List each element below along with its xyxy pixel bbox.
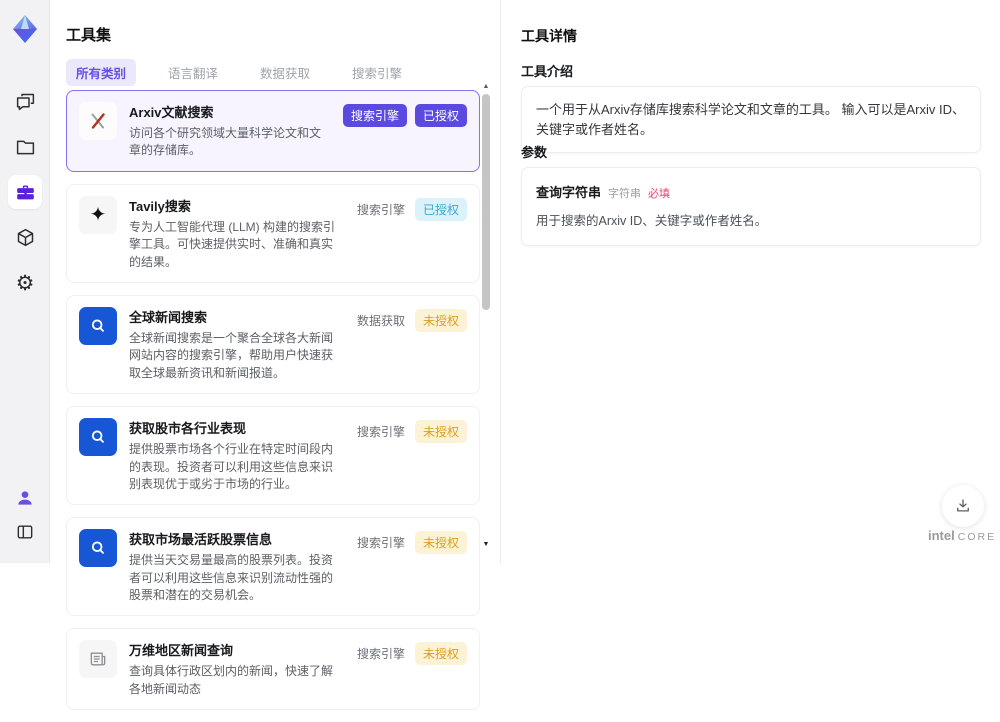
param-description: 用于搜索的Arxiv ID、关键字或作者姓名。 (536, 214, 768, 228)
tool-list: Arxiv文献搜索 访问各个研究领域大量科学论文和文章的存储库。 搜索引擎 已授… (66, 90, 480, 722)
sidebar-item-files[interactable] (8, 130, 42, 164)
tool-intro-box: 一个用于从Arxiv存储库搜索科学论文和文章的工具。 输入可以是Arxiv ID… (521, 86, 981, 153)
tool-name: Tavily搜索 (129, 198, 191, 214)
category-badge: 搜索引擎 (356, 202, 405, 217)
app-logo-icon[interactable] (10, 13, 40, 45)
list-scrollbar[interactable]: ▲ ▼ (481, 83, 491, 554)
gear-icon: ⚙ (15, 271, 35, 295)
search-logo-icon (79, 418, 117, 457)
param-type: 字符串 (608, 188, 642, 200)
sidebar-item-packages[interactable] (8, 220, 42, 254)
tool-card-active-stocks[interactable]: 获取市场最活跃股票信息 提供当天交易量最高的股票列表。投资者可以利用这些信息来识… (66, 517, 480, 617)
sidebar-item-account[interactable] (8, 481, 42, 515)
param-card: 查询字符串 字符串 必填 用于搜索的Arxiv ID、关键字或作者姓名。 (521, 167, 981, 246)
tavily-star-icon: ✦ (79, 195, 117, 234)
tab-search-engine[interactable]: 搜索引擎 (342, 59, 412, 86)
tool-card-arxiv[interactable]: Arxiv文献搜索 访问各个研究领域大量科学论文和文章的存储库。 搜索引擎 已授… (66, 90, 480, 172)
tool-description: 访问各个研究领域大量科学论文和文章的存储库。 (129, 126, 322, 158)
search-logo-icon (79, 306, 117, 345)
page-title: 工具集 (66, 27, 112, 44)
auth-status-badge: 未授权 (414, 308, 467, 332)
scrollbar-thumb[interactable] (482, 94, 490, 310)
details-title: 工具详情 (521, 28, 577, 44)
scroll-down-icon[interactable]: ▼ (481, 541, 491, 548)
tool-name: 获取市场最活跃股票信息 (129, 532, 273, 548)
left-sidebar: ⚙ (0, 0, 50, 563)
sidebar-item-settings[interactable]: ⚙ (8, 266, 42, 300)
auth-status-badge: 已授权 (414, 197, 467, 221)
download-button[interactable] (942, 485, 984, 527)
category-badge: 搜索引擎 (356, 536, 405, 551)
sidebar-item-toolbox[interactable] (8, 175, 42, 209)
panel-layout-icon (17, 525, 33, 539)
newspaper-icon (79, 640, 117, 679)
tool-name: 全球新闻搜索 (129, 309, 208, 325)
tool-card-global-news[interactable]: 全球新闻搜索 全球新闻搜索是一个聚合全球各大新闻网站内容的搜索引擎，帮助用户快速… (66, 294, 480, 395)
sidebar-item-collapse[interactable] (8, 515, 42, 549)
tab-language-translation[interactable]: 语言翻译 (158, 59, 228, 86)
tools-panel: 工具集 所有类别 语言翻译 数据获取 搜索引擎 Arxiv文献搜索 访问各个研究… (50, 0, 500, 711)
param-required-flag: 必填 (648, 188, 671, 200)
intel-core-logo: intel CORE (928, 528, 997, 543)
category-badge: 搜索引擎 (342, 104, 407, 127)
tool-description: 全球新闻搜索是一个聚合全球各大新闻网站内容的搜索引擎，帮助用户快速获取全球最新资… (129, 330, 334, 380)
chat-icon (16, 93, 34, 110)
tool-card-regional-news[interactable]: 万维地区新闻查询 查询具体行政区划内的新闻，快速了解各地新闻动态 搜索引擎 未授… (66, 628, 480, 711)
search-logo-icon (79, 529, 117, 568)
auth-status-badge: 未授权 (414, 642, 467, 666)
auth-status-badge: 已授权 (414, 104, 467, 127)
briefcase-icon (16, 185, 34, 199)
tool-description: 查询具体行政区划内的新闻，快速了解各地新闻动态 (129, 664, 334, 696)
tool-name: 万维地区新闻查询 (129, 643, 234, 659)
tool-name: Arxiv文献搜索 (129, 105, 214, 120)
tool-card-tavily[interactable]: ✦ Tavily搜索 专为人工智能代理 (LLM) 构建的搜索引擎工具。可快速提… (66, 183, 480, 283)
download-icon (957, 499, 969, 512)
tab-all-categories[interactable]: 所有类别 (66, 59, 137, 86)
cube-icon (17, 228, 33, 246)
auth-status-badge: 未授权 (414, 531, 467, 555)
user-icon (18, 491, 32, 505)
auth-status-badge: 未授权 (414, 420, 467, 444)
category-tabs: 所有类别 语言翻译 数据获取 搜索引擎 (66, 59, 412, 86)
tool-description: 提供当天交易量最高的股票列表。投资者可以利用这些信息来识别流动性强的股票和潜在的… (129, 553, 334, 603)
scroll-up-icon[interactable]: ▲ (481, 83, 491, 90)
intro-heading: 工具介绍 (521, 64, 574, 79)
tool-description: 专为人工智能代理 (LLM) 构建的搜索引擎工具。可快速提供实时、准确和真实的结… (129, 219, 336, 269)
arxiv-logo-icon (79, 102, 117, 140)
sidebar-item-chat[interactable] (8, 84, 42, 118)
tool-name: 获取股市各行业表现 (129, 421, 247, 437)
category-badge: 搜索引擎 (356, 425, 405, 440)
param-name: 查询字符串 (536, 185, 602, 200)
folder-icon (16, 140, 34, 154)
tool-card-stock-sectors[interactable]: 获取股市各行业表现 提供股票市场各个行业在特定时间段内的表现。投资者可以利用这些… (66, 406, 480, 506)
tool-details-panel: 工具详情 工具介绍 一个用于从Arxiv存储库搜索科学论文和文章的工具。 输入可… (500, 0, 1000, 563)
params-heading: 参数 (521, 145, 548, 160)
tool-description: 提供股票市场各个行业在特定时间段内的表现。投资者可以利用这些信息来识别表现优于或… (129, 442, 334, 491)
category-badge: 搜索引擎 (356, 647, 405, 662)
category-badge: 数据获取 (356, 313, 405, 328)
tab-data-acquisition[interactable]: 数据获取 (250, 59, 320, 86)
